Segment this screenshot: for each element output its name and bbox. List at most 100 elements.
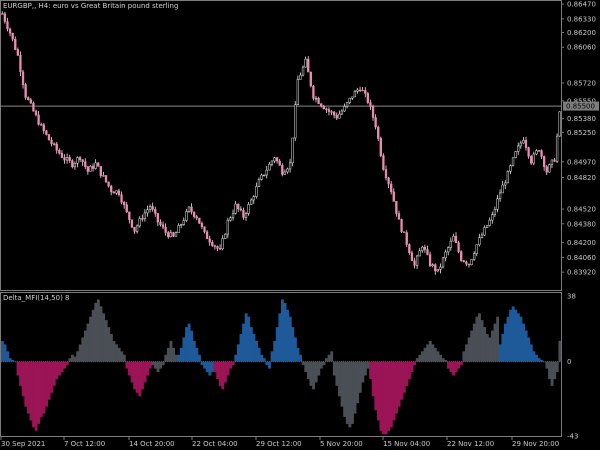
histogram-bar bbox=[535, 354, 538, 362]
histogram-bar bbox=[99, 306, 103, 362]
histogram-bar bbox=[516, 313, 520, 362]
histogram-bar bbox=[423, 347, 427, 362]
candle bbox=[273, 156, 276, 164]
candle bbox=[457, 240, 460, 254]
candle bbox=[377, 125, 380, 142]
candle bbox=[397, 210, 401, 220]
candle bbox=[447, 246, 450, 256]
histogram-bar bbox=[483, 327, 487, 362]
histogram-bar bbox=[558, 340, 562, 362]
histogram-bar bbox=[120, 351, 124, 362]
histogram-bar bbox=[208, 361, 212, 376]
histogram-bar bbox=[278, 313, 282, 362]
candle bbox=[327, 107, 331, 116]
candle bbox=[1, 11, 4, 15]
price-tick-label: 0.86060 bbox=[567, 44, 596, 52]
candle bbox=[454, 232, 458, 244]
candle bbox=[226, 217, 230, 239]
histogram-bar bbox=[109, 334, 113, 362]
histogram-bar bbox=[498, 344, 502, 362]
histogram-bar bbox=[73, 356, 77, 362]
candle bbox=[125, 202, 128, 214]
time-tick-label: 29 Oct 12:00 bbox=[256, 440, 302, 448]
histogram-bar bbox=[179, 347, 183, 362]
candle bbox=[436, 269, 440, 273]
histogram-bar bbox=[488, 337, 492, 362]
candle bbox=[322, 104, 325, 110]
histogram-bar bbox=[314, 361, 318, 383]
histogram-bar bbox=[475, 316, 479, 362]
candle bbox=[408, 243, 411, 255]
chart-canvas: 0.86470 0.86330 0.86200 0.86060 0.85720 0.855… bbox=[0, 0, 599, 448]
histogram-bar bbox=[441, 358, 445, 362]
histogram-bar bbox=[524, 330, 528, 362]
candle bbox=[110, 184, 113, 196]
candle bbox=[76, 156, 79, 168]
candlestick-series bbox=[1, 11, 561, 275]
histogram-bar bbox=[187, 323, 191, 362]
candle bbox=[154, 206, 157, 217]
histogram-bar bbox=[172, 347, 176, 362]
histogram-bar bbox=[52, 361, 56, 386]
price-tick-label: 0.83920 bbox=[567, 269, 596, 277]
candle bbox=[413, 257, 416, 269]
time-axis: 30 Sep 2021 7 Oct 12:00 14 Oct 20:00 22 Oct… bbox=[0, 437, 559, 448]
candle bbox=[509, 164, 512, 175]
histogram-bar bbox=[428, 340, 432, 362]
histogram-bar bbox=[234, 354, 238, 362]
candle bbox=[198, 217, 201, 224]
histogram-bar bbox=[39, 361, 43, 417]
candle bbox=[535, 149, 538, 156]
histogram-bar bbox=[501, 334, 505, 362]
candle bbox=[260, 173, 263, 181]
candle bbox=[530, 154, 533, 165]
candle bbox=[104, 175, 108, 183]
histogram-bar bbox=[47, 361, 51, 400]
current-price-label: 0.85500 bbox=[566, 103, 595, 111]
histogram-bar bbox=[511, 306, 515, 362]
candle bbox=[488, 217, 491, 227]
candle bbox=[130, 219, 134, 228]
indicator-tick-label: 0 bbox=[567, 358, 571, 366]
candle bbox=[11, 32, 14, 42]
candle bbox=[294, 101, 297, 142]
candle bbox=[532, 151, 535, 166]
histogram-bar bbox=[335, 361, 339, 386]
candle bbox=[6, 17, 9, 32]
histogram-bar bbox=[182, 337, 186, 362]
candle bbox=[250, 198, 253, 205]
histogram-bar bbox=[410, 361, 414, 373]
candle bbox=[221, 235, 224, 251]
candle bbox=[73, 161, 77, 170]
candle bbox=[371, 104, 375, 121]
histogram-bar bbox=[312, 361, 316, 390]
candle bbox=[291, 137, 294, 167]
histogram-bar bbox=[550, 361, 554, 386]
histogram-bar bbox=[89, 316, 93, 362]
candle bbox=[211, 240, 214, 247]
histogram-bar bbox=[402, 361, 406, 393]
histogram-bar bbox=[203, 361, 207, 369]
histogram-bar bbox=[470, 330, 474, 362]
candle bbox=[511, 157, 515, 167]
histogram-bar bbox=[63, 361, 67, 369]
price-tick-label: 0.86200 bbox=[567, 29, 596, 37]
histogram-bar bbox=[540, 359, 544, 362]
histogram-bar bbox=[164, 354, 168, 362]
candle bbox=[146, 205, 149, 217]
candle bbox=[102, 171, 105, 177]
candle bbox=[281, 163, 284, 177]
histogram-bar bbox=[86, 323, 90, 362]
candle bbox=[382, 153, 385, 171]
candle bbox=[400, 218, 403, 233]
candle bbox=[208, 235, 211, 246]
histogram-bar bbox=[174, 354, 178, 362]
candle bbox=[467, 263, 471, 268]
histogram-bar bbox=[496, 316, 500, 362]
histogram-bar bbox=[1, 340, 4, 362]
candle bbox=[361, 87, 364, 92]
candle bbox=[309, 71, 312, 88]
histogram-bar bbox=[421, 351, 424, 362]
histogram-bar bbox=[130, 361, 134, 383]
candle bbox=[358, 86, 362, 93]
